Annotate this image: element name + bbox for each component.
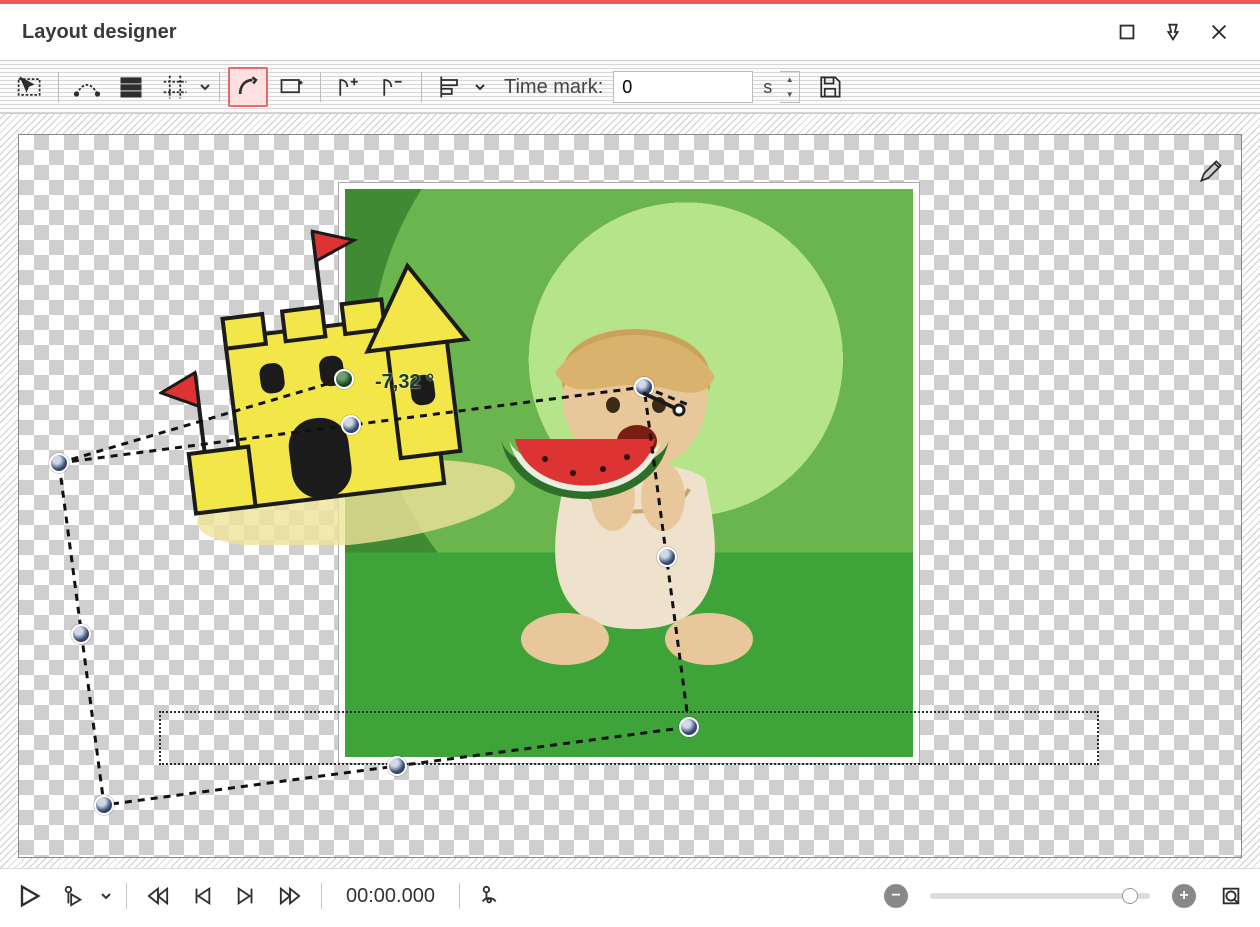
resize-handle-tm[interactable] [341, 415, 361, 435]
resize-handle-tl[interactable] [49, 453, 69, 473]
time-mark-unit: s [763, 77, 772, 98]
spinner-down[interactable]: ▼ [780, 87, 799, 102]
resize-handle-ml[interactable] [71, 624, 91, 644]
align-dropdown[interactable] [474, 82, 486, 92]
next-frame-button[interactable] [229, 879, 263, 913]
zoom-fit-button[interactable] [1214, 879, 1248, 913]
grid-dropdown[interactable] [199, 82, 211, 92]
keyframe-remove-tool[interactable] [373, 67, 413, 107]
toolbar-separator [126, 883, 127, 909]
time-mark-input[interactable] [613, 71, 753, 103]
time-mark-spinner[interactable]: ▲ ▼ [780, 71, 800, 103]
time-mark-label: Time mark: [504, 76, 603, 99]
stack-tool[interactable] [111, 67, 151, 107]
canvas-edit-button[interactable] [1193, 153, 1229, 189]
rotation-readout: -7,32 ° [375, 371, 434, 394]
play-button[interactable] [12, 879, 46, 913]
keyframe-add-tool[interactable] [329, 67, 369, 107]
window-pin-button[interactable] [1150, 14, 1196, 50]
rewind-button[interactable] [141, 879, 175, 913]
resize-handle-br[interactable] [679, 717, 699, 737]
toolbar-separator [421, 72, 422, 102]
freehand-rotate-tool[interactable] [228, 67, 268, 107]
window-restore-button[interactable] [1104, 14, 1150, 50]
resize-handle-mr[interactable] [657, 547, 677, 567]
rotate-crank-icon[interactable] [633, 383, 693, 423]
resize-handle-bl[interactable] [94, 795, 114, 815]
zoom-out-button[interactable]: − [884, 884, 908, 908]
toolbar-separator [459, 883, 460, 909]
watermelon-illustration [495, 429, 675, 529]
toolbar-separator [219, 72, 220, 102]
path-tool[interactable] [67, 67, 107, 107]
design-canvas[interactable]: -7,32 ° [18, 134, 1242, 858]
window-close-button[interactable] [1196, 14, 1242, 50]
toolbar-separator [321, 883, 322, 909]
play-mode-dropdown[interactable] [100, 891, 112, 901]
playback-bar: 00:00.000 − + [0, 868, 1260, 927]
preview-visibility-button[interactable] [474, 879, 508, 913]
spinner-up[interactable]: ▲ [780, 72, 799, 87]
prev-frame-button[interactable] [185, 879, 219, 913]
aux-selection-box[interactable] [159, 711, 1099, 765]
save-button[interactable] [810, 67, 850, 107]
window-title: Layout designer [22, 21, 1104, 44]
toolbar-separator [320, 72, 321, 102]
grid-tool[interactable] [155, 67, 195, 107]
zoom-in-button[interactable]: + [1172, 884, 1196, 908]
play-from-marker-button[interactable] [56, 879, 90, 913]
zoom-slider[interactable] [930, 893, 1150, 899]
resize-handle-bm[interactable] [387, 756, 407, 776]
crop-plus-tool[interactable] [272, 67, 312, 107]
main-toolbar: Time mark: s ▲ ▼ [0, 60, 1260, 114]
toolbar-separator [58, 72, 59, 102]
pivot-handle[interactable] [334, 369, 354, 389]
fast-forward-button[interactable] [273, 879, 307, 913]
select-tool[interactable] [10, 67, 50, 107]
zoom-slider-thumb[interactable] [1122, 888, 1138, 904]
playback-timecode: 00:00.000 [346, 885, 435, 908]
sandcastle-layer[interactable] [159, 185, 519, 545]
align-tool[interactable] [430, 67, 470, 107]
